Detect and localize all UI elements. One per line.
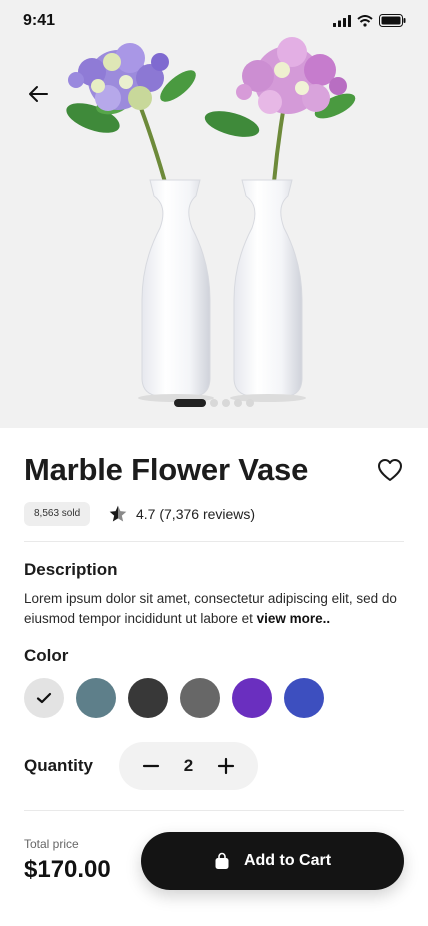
color-swatch[interactable] <box>232 678 272 718</box>
color-options <box>24 678 324 718</box>
quantity-label: Quantity <box>24 756 93 775</box>
favorite-button[interactable] <box>376 456 404 484</box>
check-icon <box>36 692 52 704</box>
minus-icon <box>142 764 160 768</box>
pagination-dot[interactable] <box>234 399 242 407</box>
status-icons <box>333 14 406 27</box>
battery-icon <box>379 14 406 27</box>
color-swatch-selected[interactable] <box>24 678 64 718</box>
add-to-cart-label: Add to Cart <box>243 852 332 869</box>
color-swatch[interactable] <box>128 678 168 718</box>
description-text: Lorem ipsum dolor sit amet, consectetur … <box>24 589 404 629</box>
total-price: $170.00 <box>24 856 111 883</box>
pagination-dot[interactable] <box>246 399 254 407</box>
signal-icon <box>333 14 351 27</box>
quantity-value: 2 <box>183 756 194 775</box>
quantity-stepper: 2 <box>119 742 258 790</box>
view-more-link[interactable]: view more.. <box>257 611 331 626</box>
shopping-bag-icon <box>215 852 229 869</box>
color-swatch[interactable] <box>76 678 116 718</box>
back-button[interactable] <box>22 78 54 110</box>
color-swatch[interactable] <box>180 678 220 718</box>
product-image-area: 9:41 <box>0 0 428 428</box>
pagination-dot[interactable] <box>210 399 218 407</box>
color-swatch[interactable] <box>284 678 324 718</box>
plus-icon <box>217 757 235 775</box>
star-half-icon <box>109 505 127 522</box>
wifi-icon <box>357 14 373 27</box>
heart-icon <box>378 459 402 481</box>
status-time: 9:41 <box>23 12 56 29</box>
color-heading: Color <box>24 646 69 665</box>
pagination-dot-active[interactable] <box>174 399 206 407</box>
increment-button[interactable] <box>216 756 236 776</box>
arrow-left-icon <box>29 86 48 102</box>
description-body: Lorem ipsum dolor sit amet, consectetur … <box>24 591 397 626</box>
total-price-label: Total price <box>24 837 79 851</box>
sold-badge: 8,563 sold <box>24 502 91 526</box>
pagination-dot[interactable] <box>222 399 230 407</box>
divider <box>24 541 404 542</box>
add-to-cart-button[interactable]: Add to Cart <box>141 832 404 890</box>
rating-text: 4.7 (7,376 reviews) <box>136 506 256 522</box>
product-image <box>66 37 356 402</box>
divider <box>24 810 404 811</box>
image-pagination[interactable] <box>174 399 254 407</box>
decrement-button[interactable] <box>141 756 161 776</box>
status-bar: 9:41 <box>0 0 428 44</box>
rating[interactable]: 4.7 (7,376 reviews) <box>108 504 255 524</box>
product-title: Marble Flower Vase <box>24 452 309 487</box>
description-heading: Description <box>24 560 118 579</box>
